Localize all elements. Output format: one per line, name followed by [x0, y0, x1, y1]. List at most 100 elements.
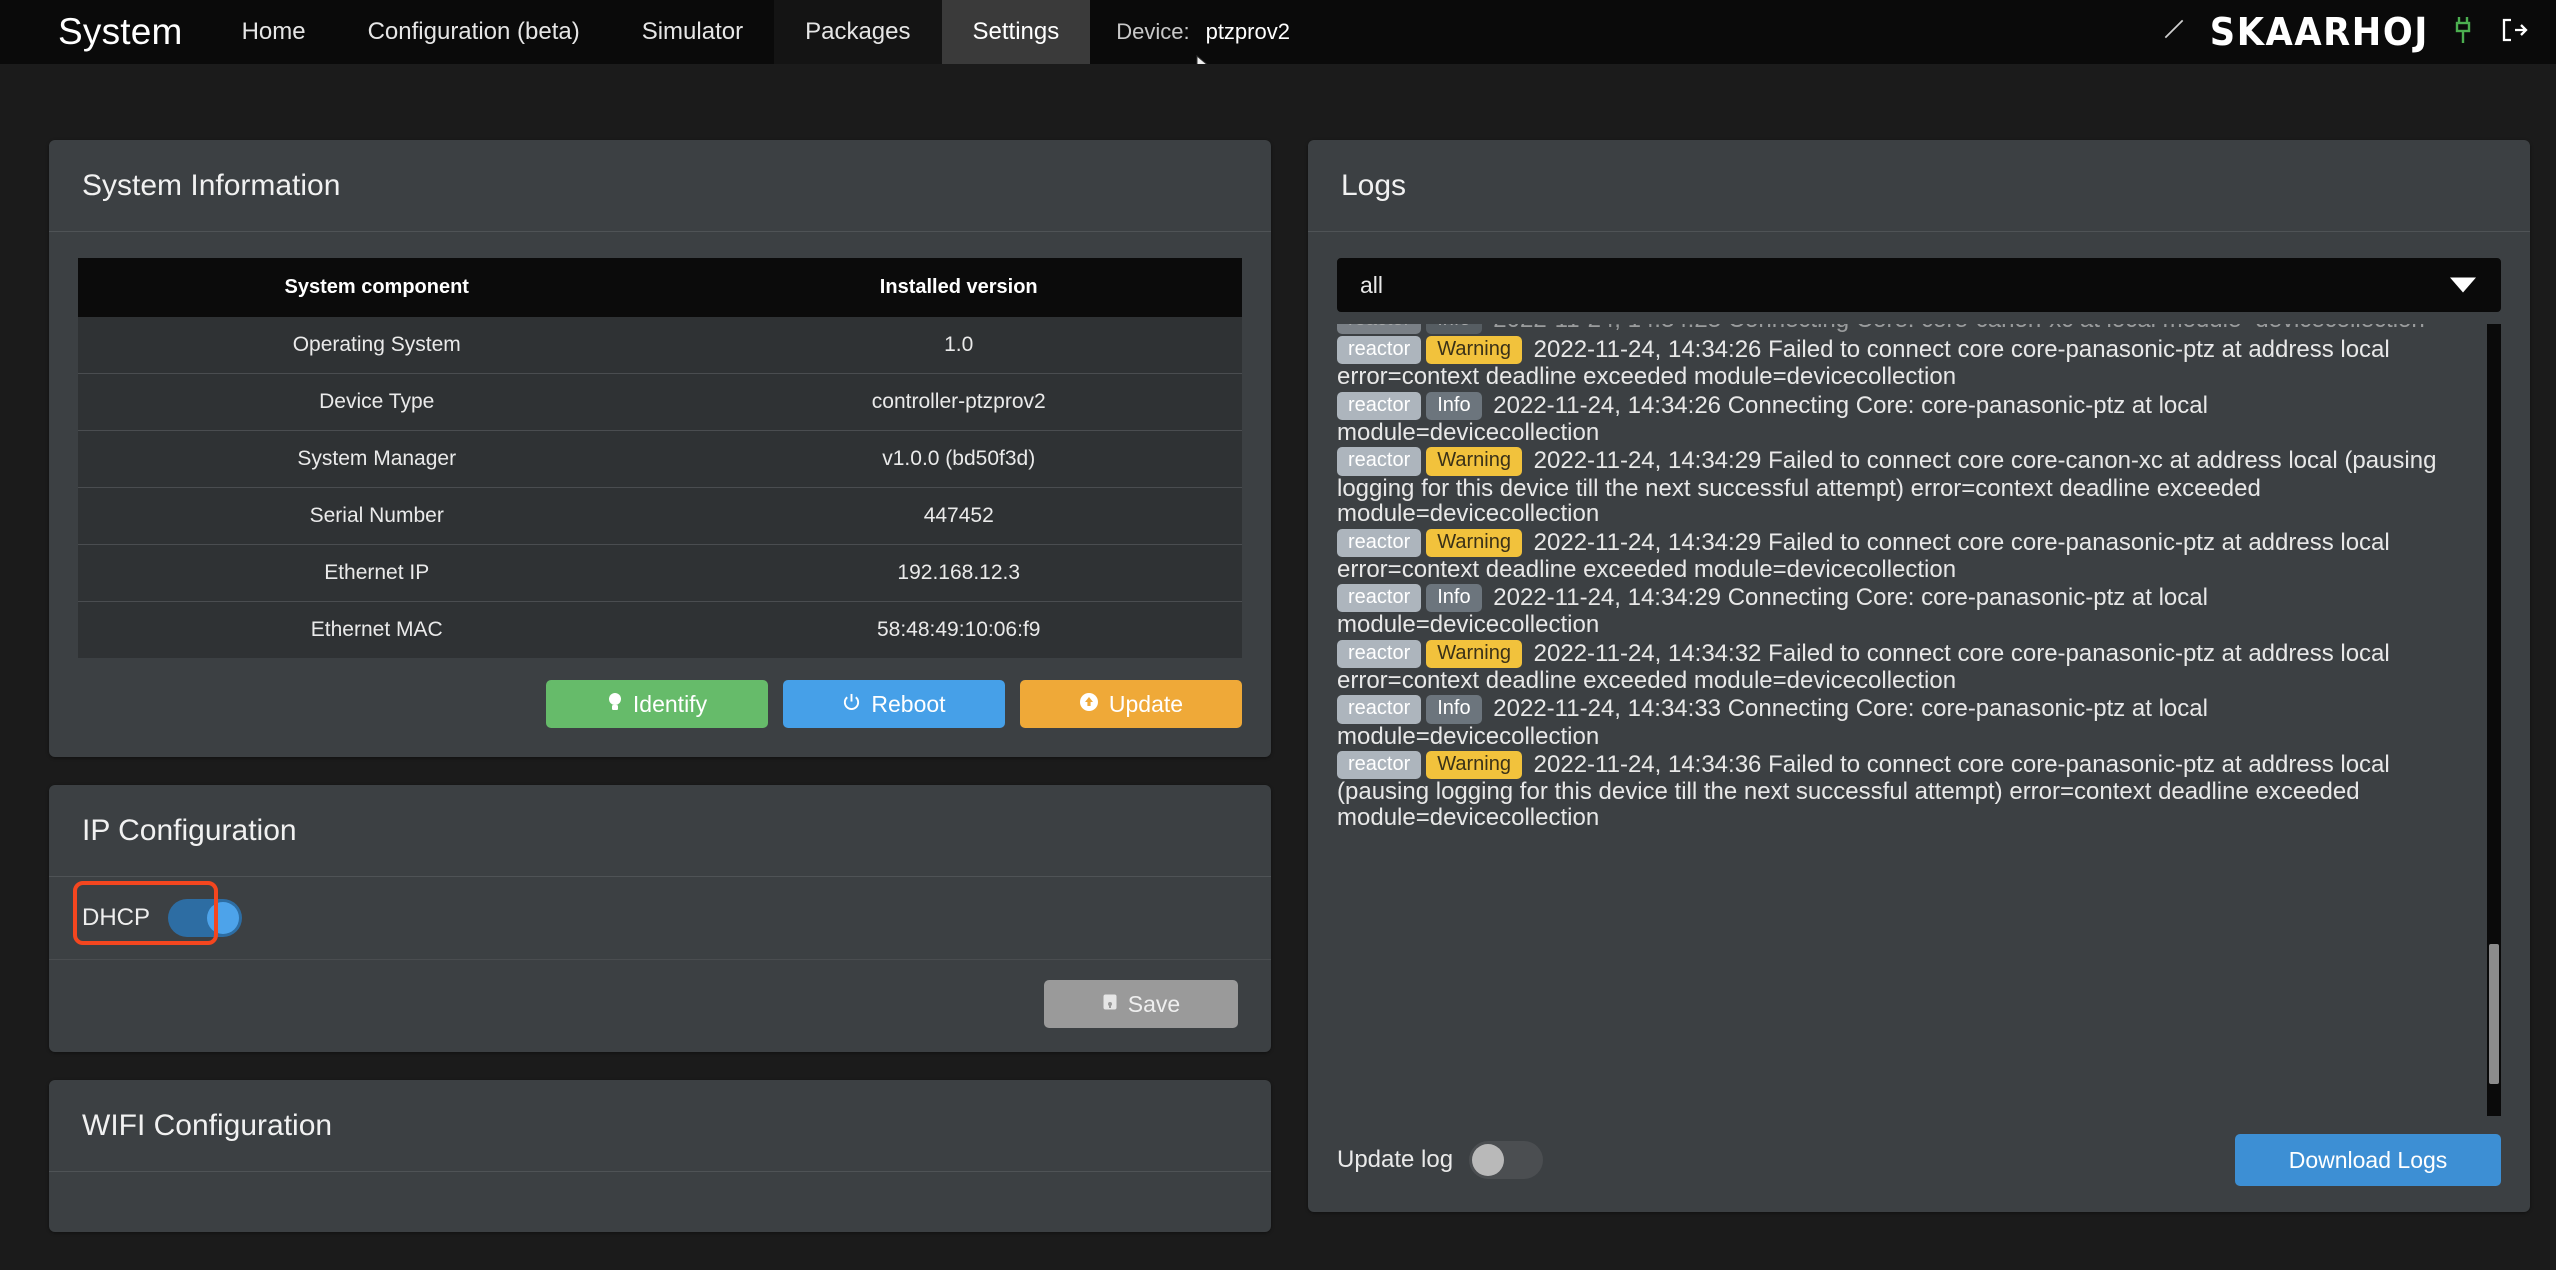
log-scrollbar-thumb[interactable]	[2489, 944, 2499, 1084]
app-title: System	[58, 11, 183, 52]
download-logs-button[interactable]: Download Logs	[2235, 1134, 2501, 1186]
log-level-badge: Info	[1426, 584, 1482, 613]
reboot-button[interactable]: Reboot	[783, 680, 1005, 728]
wifi-configuration-title: WIFI Configuration	[82, 1108, 333, 1142]
log-module-badge: reactor	[1337, 584, 1422, 613]
dhcp-row: DHCP	[49, 877, 1271, 960]
ip-save-row: Save	[49, 960, 1271, 1052]
cell-version: v1.0.0 (bd50f3d)	[675, 430, 1242, 488]
cell-version: 447452	[675, 487, 1242, 545]
wifi-configuration-header: WIFI Configuration	[49, 1080, 1271, 1172]
log-module-badge: reactor	[1337, 695, 1422, 724]
column-header-component: System component	[78, 258, 676, 317]
log-level-badge: Warning	[1426, 639, 1522, 668]
nav-item-home[interactable]: Home	[211, 0, 337, 64]
log-filter-select[interactable]: all	[1337, 258, 2501, 312]
nav-item-settings[interactable]: Settings	[941, 0, 1091, 64]
ip-configuration-title: IP Configuration	[82, 813, 297, 847]
power-icon	[842, 693, 861, 716]
card-gap-1	[49, 757, 1271, 785]
nav-item-simulator[interactable]: Simulator	[611, 0, 774, 64]
log-scrollbar[interactable]	[2487, 324, 2501, 1116]
dhcp-toggle[interactable]	[168, 899, 243, 937]
device-name: ptzprov2	[1205, 19, 1290, 44]
update-button[interactable]: Update	[1020, 680, 1242, 728]
save-button-label: Save	[1127, 990, 1181, 1017]
log-module-badge: reactor	[1337, 324, 1422, 335]
log-entry: reactor Warning 2022-11-24, 14:34:32 Fail…	[1337, 639, 2471, 695]
logs-body: all reactorInfo 2022-11-24, 14:34:23 Con…	[1308, 232, 2530, 1116]
device-indicator: Device: ptzprov2	[1090, 0, 1314, 64]
table-row: System Manager v1.0.0 (bd50f3d)	[78, 430, 1242, 488]
chevron-down-icon	[2450, 277, 2476, 293]
log-entry: reactor Warning 2022-11-24, 14:34:26 Fail…	[1337, 335, 2471, 391]
system-action-buttons: Identify Reboot Update	[78, 680, 1242, 728]
log-level-badge: Info	[1426, 695, 1482, 724]
update-button-label: Update	[1108, 690, 1184, 717]
log-entry: reactor Warning 2022-11-24, 14:34:29 Fail…	[1337, 446, 2471, 527]
logs-card: Logs all reactorInfo 2022-11-24, 14:34:2…	[1308, 140, 2530, 1212]
top-navbar: System Home Configuration (beta) Simulat…	[0, 0, 2556, 64]
identify-button-label: Identify	[632, 690, 708, 717]
download-logs-label: Download Logs	[2288, 1146, 2448, 1173]
log-level-badge: Warning	[1426, 528, 1522, 557]
log-level-badge: Warning	[1426, 447, 1522, 476]
skaarhoj-logo: SKAARHOJ	[2210, 10, 2430, 54]
wifi-configuration-body	[49, 1172, 1271, 1232]
right-column: Logs all reactorInfo 2022-11-24, 14:34:2…	[1308, 140, 2530, 1212]
cell-component: Ethernet IP	[78, 544, 676, 602]
cell-version: 1.0	[675, 317, 1242, 374]
ip-configuration-card: IP Configuration DHCP Save	[49, 785, 1271, 1052]
pencil-icon[interactable]	[2161, 16, 2187, 49]
system-information-header: System Information	[49, 140, 1271, 232]
log-entry: reactor Warning 2022-11-24, 14:34:36 Fail…	[1337, 750, 2471, 831]
update-log-toggle[interactable]	[1469, 1141, 1544, 1179]
table-header-row: System component Installed version	[78, 258, 1242, 317]
upload-circle-icon	[1079, 692, 1099, 716]
cell-component: Operating System	[78, 317, 676, 374]
lightbulb-icon	[607, 692, 623, 716]
page-body: System Information System component Inst…	[0, 64, 2556, 1270]
log-module-badge: reactor	[1337, 391, 1422, 420]
system-information-table: System component Installed version Opera…	[78, 258, 1242, 658]
cell-version: 58:48:49:10:06:f9	[675, 601, 1242, 658]
log-level-badge: Info	[1426, 391, 1482, 420]
logs-title: Logs	[1341, 168, 1407, 202]
log-module-badge: reactor	[1337, 639, 1422, 668]
save-button[interactable]: Save	[1044, 980, 1238, 1028]
cell-component: Device Type	[78, 373, 676, 431]
nav-item-configuration[interactable]: Configuration (beta)	[337, 0, 611, 64]
table-row: Operating System 1.0	[78, 317, 1242, 374]
device-label: Device:	[1116, 19, 1190, 44]
left-column: System Information System component Inst…	[49, 140, 1271, 1232]
log-entry: reactor Info 2022-11-24, 14:34:33 Connect…	[1337, 694, 2471, 750]
dhcp-label: DHCP	[82, 904, 151, 931]
log-level-badge: Warning	[1426, 751, 1522, 780]
wifi-configuration-card: WIFI Configuration	[49, 1080, 1271, 1232]
ip-configuration-header: IP Configuration	[49, 785, 1271, 877]
ip-configuration-body: DHCP Save	[49, 877, 1271, 1052]
log-entry: reactor Warning 2022-11-24, 14:34:29 Fail…	[1337, 528, 2471, 584]
table-row: Ethernet MAC 58:48:49:10:06:f9	[78, 601, 1242, 658]
log-level-badge: Info	[1426, 324, 1482, 335]
identify-button[interactable]: Identify	[546, 680, 768, 728]
log-module-badge: reactor	[1337, 751, 1422, 780]
nav-item-packages[interactable]: Packages	[774, 0, 942, 64]
log-module-badge: reactor	[1337, 528, 1422, 557]
cell-component: Serial Number	[78, 487, 676, 545]
plug-icon	[2452, 15, 2474, 49]
cell-component: System Manager	[78, 430, 676, 488]
lock-icon	[1102, 993, 1118, 1015]
column-header-version: Installed version	[675, 258, 1242, 317]
log-entry: reactor Info 2022-11-24, 14:34:26 Connect…	[1337, 391, 2471, 447]
logs-footer: Update log Download Logs	[1308, 1116, 2530, 1212]
system-information-body: System component Installed version Opera…	[49, 232, 1271, 757]
logout-icon[interactable]	[2500, 17, 2528, 48]
cell-version: controller-ptzprov2	[675, 373, 1242, 431]
log-entry: reactor Info 2022-11-24, 14:34:23 Connect…	[1337, 324, 2471, 335]
log-viewport[interactable]: reactorInfo 2022-11-24, 14:34:23 Connect…	[1337, 324, 2501, 1116]
cell-version: 192.168.12.3	[675, 544, 1242, 602]
update-log-label: Update log	[1337, 1146, 1454, 1173]
log-module-badge: reactor	[1337, 447, 1422, 476]
log-list: reactorInfo 2022-11-24, 14:34:23 Connect…	[1337, 324, 2501, 831]
